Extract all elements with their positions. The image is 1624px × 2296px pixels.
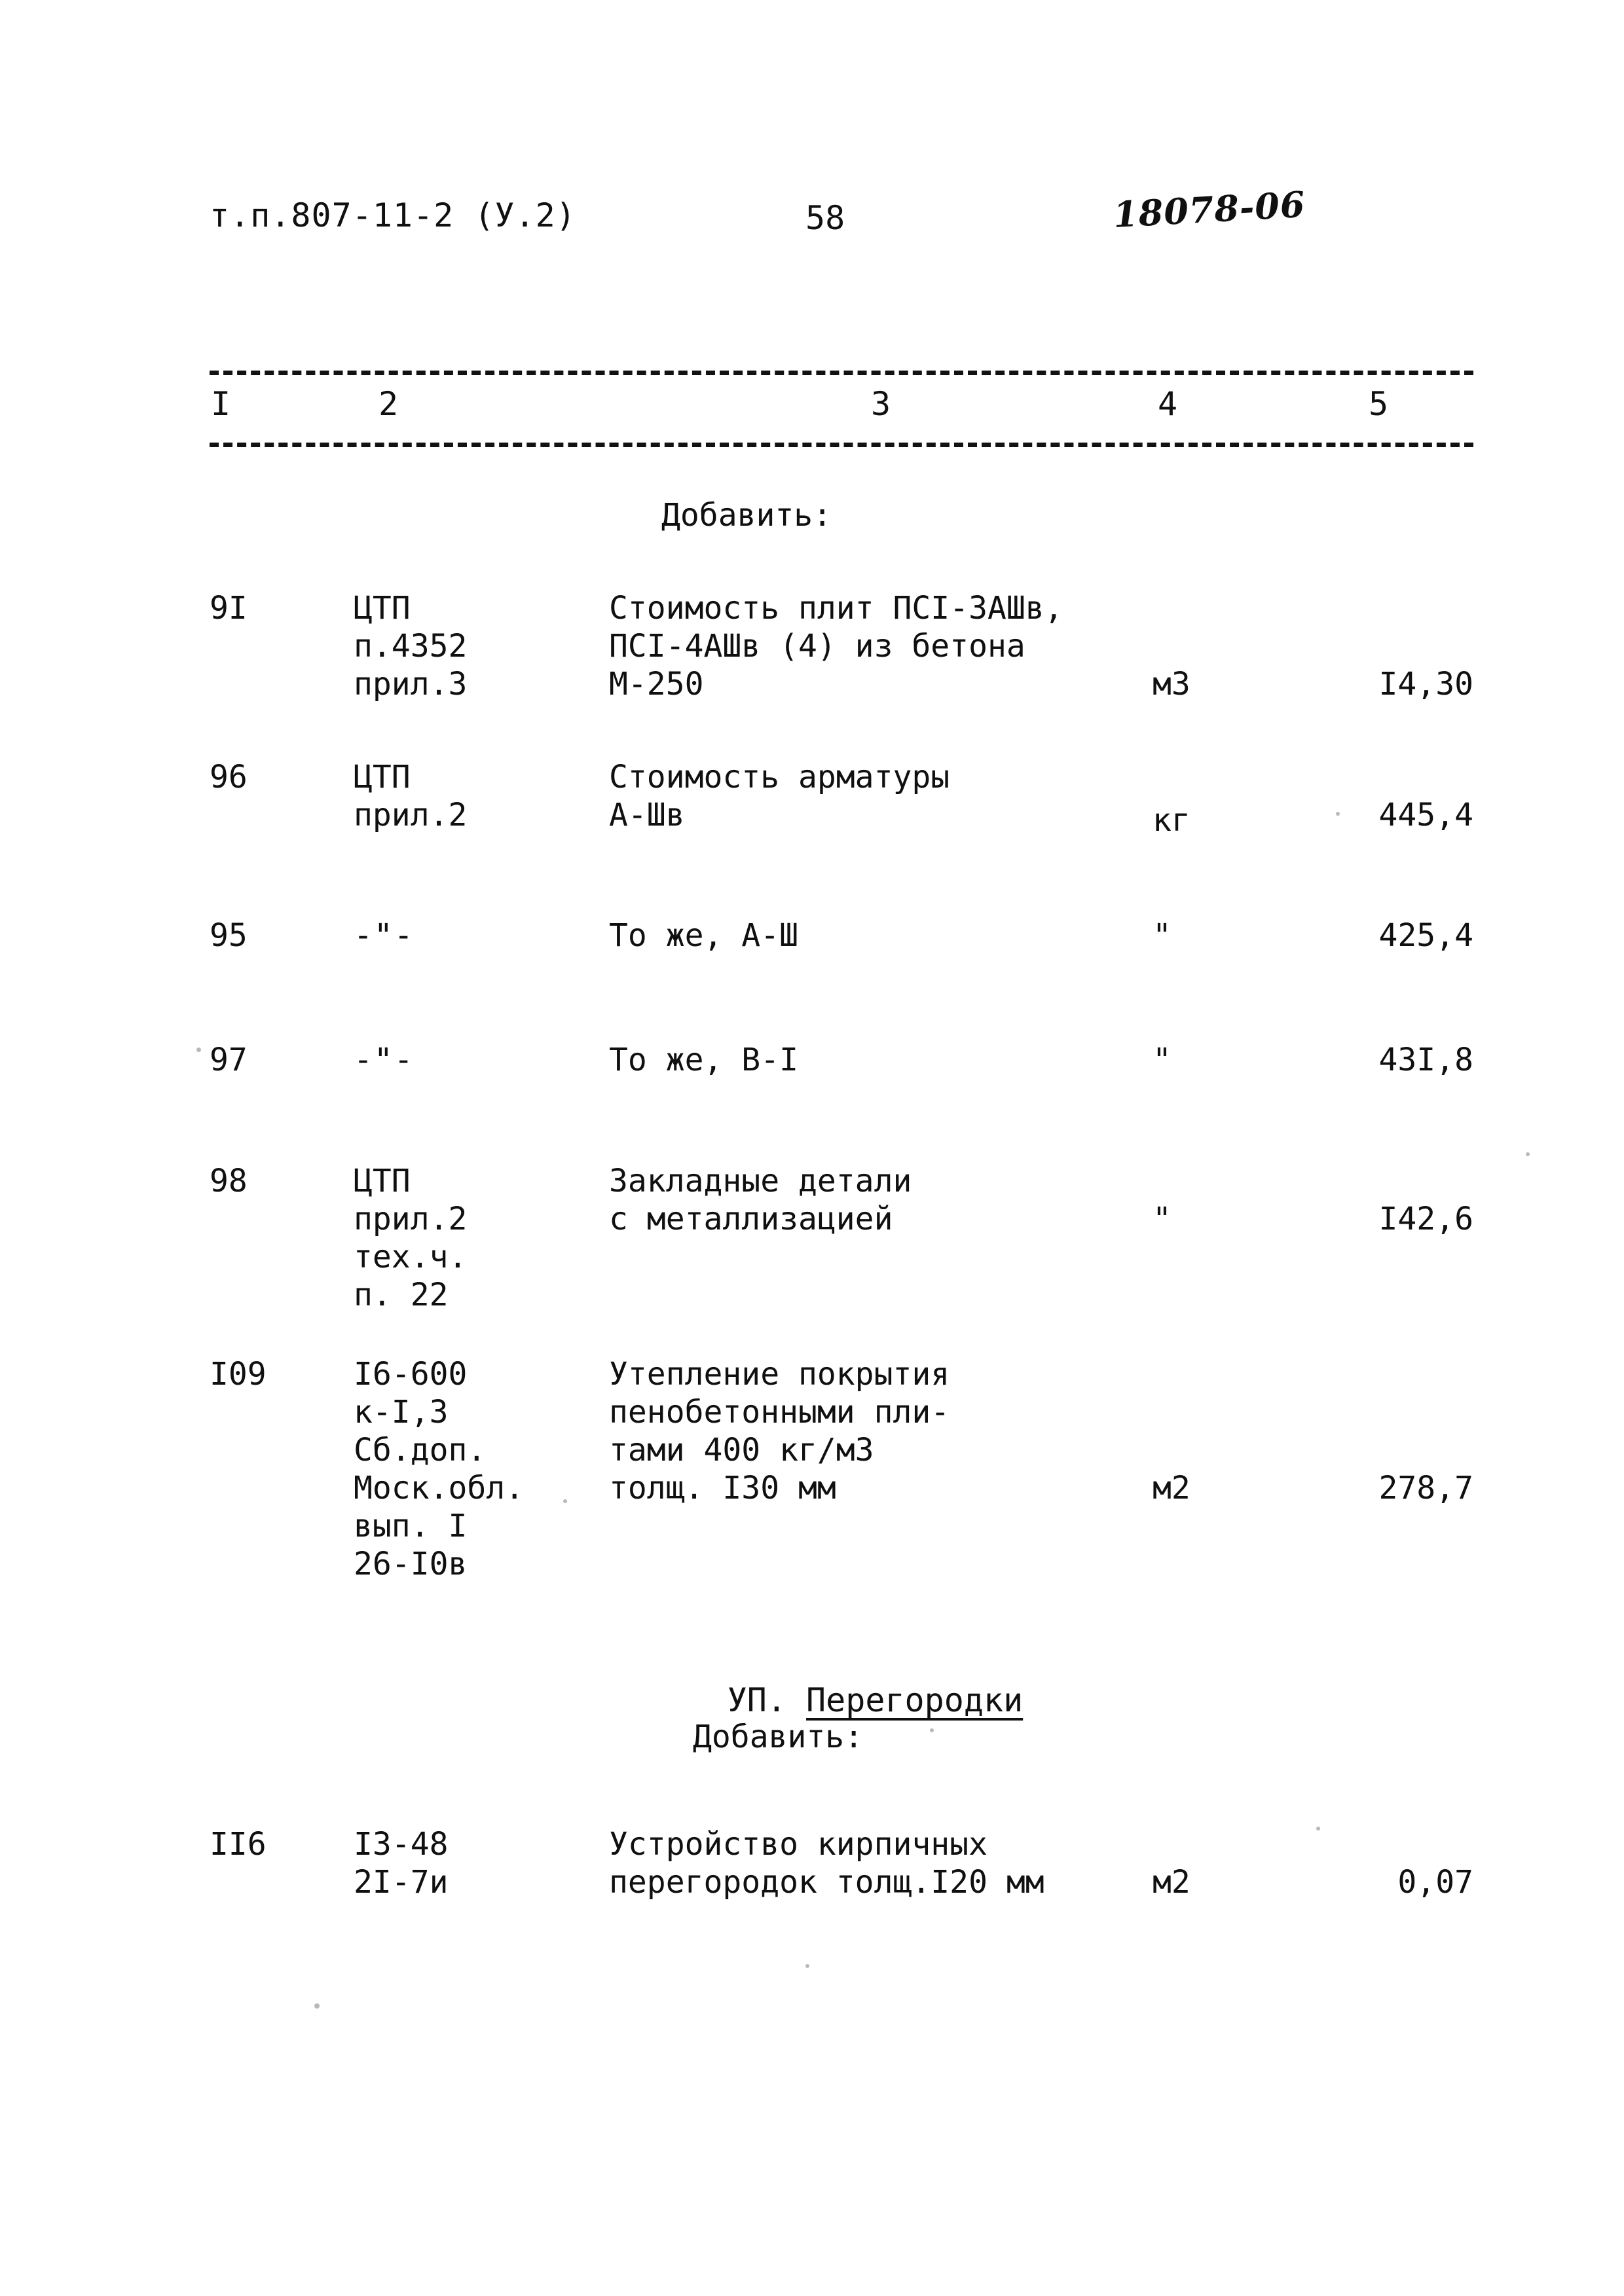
- row-unit: м2: [1153, 1470, 1190, 1506]
- row-number: 9I: [210, 590, 248, 627]
- row-unit: м3: [1153, 666, 1190, 702]
- row-justification: ЦТП п.4352 прил.3: [354, 590, 468, 702]
- row-value: I42,6: [1378, 1201, 1474, 1237]
- row-value: 0,07: [1397, 1864, 1473, 1901]
- row-number: 96: [210, 759, 248, 795]
- row-unit: ": [1153, 1201, 1172, 1237]
- table-body: Добавить: 9I ЦТП п.4352 прил.3 Стоимость…: [0, 0, 1624, 2296]
- row-description: То же, А-Ш: [609, 917, 798, 954]
- row-description: Устройство кирпичных перегородок толщ.I2…: [609, 1826, 1044, 1901]
- scan-speck: [196, 1048, 201, 1052]
- row-unit: м2: [1153, 1864, 1190, 1901]
- add-label-second: Добавить:: [693, 1719, 864, 1755]
- row-unit: ": [1153, 1042, 1172, 1078]
- scan-speck: [314, 2003, 320, 2009]
- row-description: Стоимость арматуры А-Шв: [609, 759, 950, 833]
- row-justification: I3-48 2I-7и: [354, 1826, 449, 1901]
- row-justification: -"-: [354, 1042, 415, 1078]
- add-label-first: Добавить:: [661, 497, 832, 534]
- row-value: 278,7: [1378, 1470, 1474, 1506]
- row-description: То же, В-I: [609, 1042, 798, 1078]
- row-justification: ЦТП прил.2: [354, 759, 468, 833]
- row-value: 43I,8: [1378, 1042, 1474, 1078]
- row-unit: ": [1153, 917, 1172, 954]
- row-number: 98: [210, 1163, 248, 1199]
- row-number: II6: [210, 1826, 267, 1863]
- row-justification: ЦТП прил.2 тех.ч. п. 22: [354, 1163, 468, 1313]
- scan-speck: [930, 1728, 934, 1732]
- row-value: I4,30: [1378, 666, 1474, 702]
- row-justification: -"-: [354, 917, 415, 954]
- document-page: т.п.807-11-2 (У.2) 58 18078-06 I 2 3 4 5…: [0, 0, 1624, 2296]
- row-value: 445,4: [1378, 797, 1474, 833]
- section-heading-prefix: УП.: [727, 1681, 786, 1719]
- scan-speck: [805, 1964, 809, 1968]
- scan-speck: [1526, 1152, 1530, 1156]
- row-value: 425,4: [1378, 917, 1474, 954]
- row-justification: I6-600 к-I,3 Сб.доп. Моск.обл. вып. I 26…: [354, 1356, 525, 1582]
- scan-speck: [1316, 1827, 1320, 1831]
- section-heading-title: Перегородки: [806, 1681, 1024, 1719]
- row-description: Стоимость плит ПСI-ЗАШв, ПСI-4АШв (4) из…: [609, 590, 1063, 702]
- row-number: 95: [210, 917, 248, 954]
- scan-speck: [1336, 812, 1340, 816]
- scan-speck: [563, 1499, 567, 1503]
- row-description: Утепление покрытия пенобетонными пли- та…: [609, 1356, 950, 1506]
- row-unit: кг: [1153, 802, 1190, 839]
- row-number: I09: [210, 1356, 267, 1393]
- row-number: 97: [210, 1042, 248, 1078]
- row-description: Закладные детали с металлизацией: [609, 1163, 912, 1237]
